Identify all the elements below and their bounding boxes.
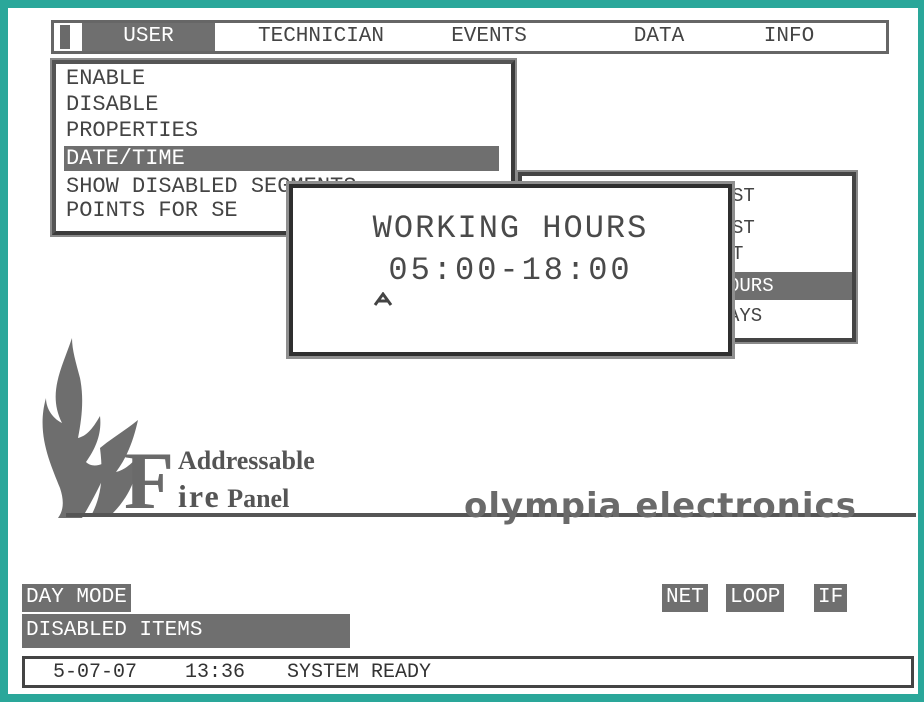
disabled-items-badge[interactable]: DISABLED ITEMS <box>22 614 350 648</box>
menu-events[interactable]: EVENTS <box>424 23 554 51</box>
menu-item-enable[interactable]: ENABLE <box>66 66 145 91</box>
menu-data[interactable]: DATA <box>614 23 704 51</box>
brand-name: olympia electronics <box>464 486 857 526</box>
net-badge: NET <box>662 584 708 612</box>
panel-screen: USER TECHNICIAN EVENTS DATA INFO ENABLE … <box>8 8 918 694</box>
loop-badge: LOOP <box>726 584 785 612</box>
logo-initial-f: F <box>124 435 175 526</box>
menu-edge-marker <box>60 25 70 49</box>
if-badge: IF <box>814 584 848 612</box>
dialog-title: WORKING HOURS <box>372 210 649 247</box>
status-date: 5-07-07 <box>53 661 138 684</box>
working-hours-dialog: WORKING HOURS 05:00-18:00 <box>286 181 735 359</box>
logo-fire-panel: ire Panel <box>178 478 289 515</box>
menu-item-points-for-segment[interactable]: POINTS FOR SE <box>66 198 238 223</box>
status-time: 13:36 <box>185 661 246 684</box>
working-hours-value[interactable]: 05:00-18:00 <box>293 252 728 289</box>
day-mode-badge: DAY MODE <box>22 584 131 612</box>
logo-addressable: Addressable <box>178 446 315 475</box>
status-bar: 5-07-07 13:36 SYSTEM READY <box>22 656 914 688</box>
edit-caret-icon <box>373 292 393 306</box>
menu-info[interactable]: INFO <box>744 23 834 51</box>
logo-panel: Panel <box>227 484 290 513</box>
menu-user[interactable]: USER <box>82 23 215 51</box>
menu-technician[interactable]: TECHNICIAN <box>226 23 416 51</box>
status-message: SYSTEM READY <box>287 661 432 684</box>
logo-ire: ire <box>178 478 221 514</box>
menu-item-properties[interactable]: PROPERTIES <box>66 118 198 143</box>
top-menu-bar: USER TECHNICIAN EVENTS DATA INFO <box>51 20 889 54</box>
panel-frame: USER TECHNICIAN EVENTS DATA INFO ENABLE … <box>0 0 924 702</box>
menu-item-date-time[interactable]: DATE/TIME <box>64 146 499 171</box>
menu-item-disable[interactable]: DISABLE <box>66 92 158 117</box>
